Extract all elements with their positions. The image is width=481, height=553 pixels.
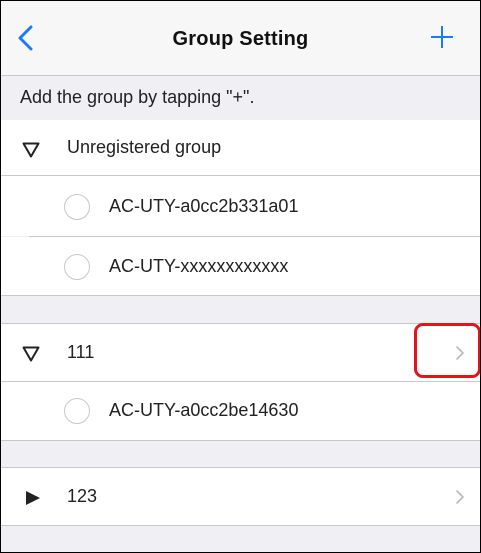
screen-frame: Group Setting Add the group by tapping "… [0,0,481,553]
divider [1,525,480,526]
device-row[interactable]: AC-UTY-a0cc2be14630 [1,382,480,440]
device-name: AC-UTY-a0cc2b331a01 [109,196,299,216]
group-row-111[interactable]: 111 [1,324,480,381]
device-radio[interactable] [64,398,90,424]
expand-triangle-icon[interactable] [25,490,41,506]
instruction-banner: Add the group by tapping "+". [1,76,480,119]
device-radio[interactable] [64,254,90,280]
chevron-right-icon[interactable] [455,345,465,361]
device-row[interactable]: AC-UTY-a0cc2b331a01 [1,176,480,236]
group-row-123[interactable]: 123 [1,468,480,525]
device-name: AC-UTY-xxxxxxxxxxxx [109,256,289,276]
navigation-bar: Group Setting [1,1,480,76]
instruction-text: Add the group by tapping "+". [20,87,255,107]
collapse-triangle-icon[interactable] [22,142,40,158]
collapse-triangle-icon[interactable] [22,346,40,362]
plus-icon[interactable] [430,25,454,49]
group-name: Unregistered group [67,137,222,157]
device-name: AC-UTY-a0cc2be14630 [109,400,299,420]
divider [1,440,480,441]
divider [1,295,480,296]
page-title: Group Setting [172,28,309,50]
group-row-unregistered[interactable]: Unregistered group [1,120,480,175]
group-name: 123 [67,486,98,506]
group-name: 111 [67,342,95,362]
device-radio[interactable] [64,194,90,220]
device-row[interactable]: AC-UTY-xxxxxxxxxxxx [1,237,480,295]
chevron-right-icon[interactable] [455,489,465,505]
